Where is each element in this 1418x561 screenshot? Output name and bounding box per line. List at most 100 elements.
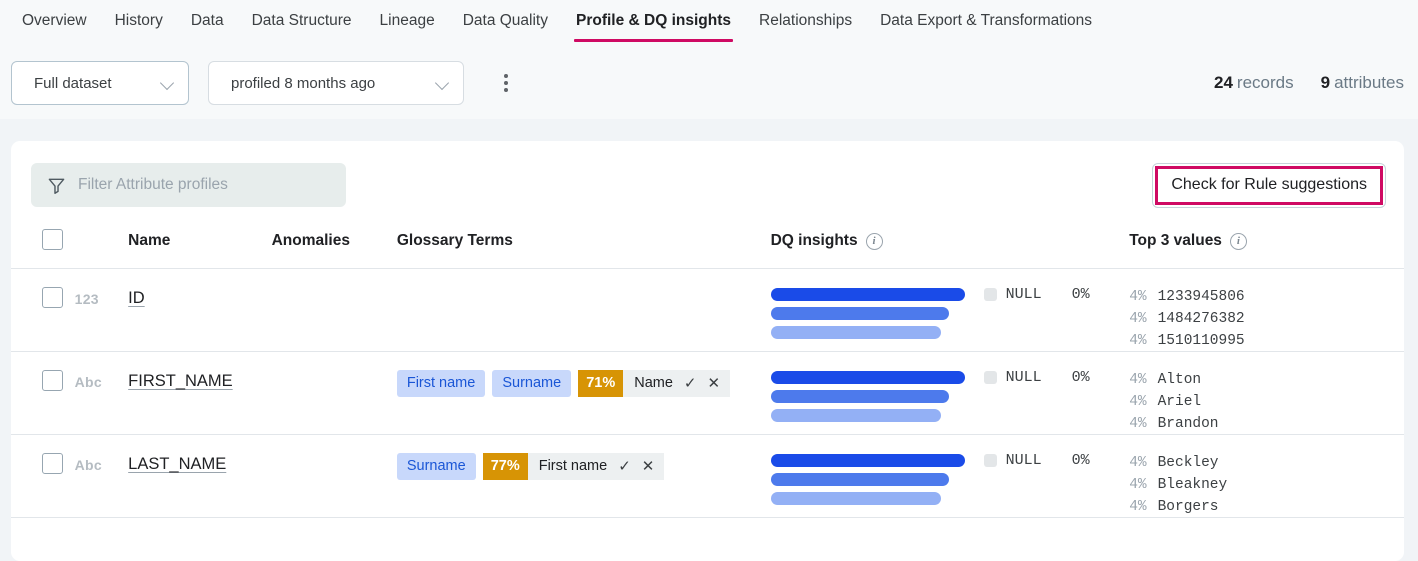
- null-label: NULL: [1005, 286, 1042, 303]
- dq-bar: [770, 371, 965, 384]
- glossary-chip-list: Surname 77% First name ✓ ✕: [396, 453, 771, 480]
- suggestion-body: First name ✓ ✕: [527, 453, 665, 480]
- glossary-terms-cell: [397, 269, 771, 352]
- attribute-name-link[interactable]: ID: [128, 289, 145, 307]
- top-value-percentage: 4%: [1129, 455, 1147, 471]
- top-value-percentage: 4%: [1129, 372, 1147, 388]
- top-value-item: 4% Beckley: [1129, 454, 1404, 473]
- top-values-list: 4% 1233945806 4% 1484276382 4% 1510110995: [1129, 288, 1404, 351]
- top-value-percentage: 4%: [1129, 477, 1147, 493]
- anomalies-header: Anomalies: [271, 232, 350, 249]
- top-value-text: Bleakney: [1157, 477, 1228, 493]
- dq-insights-cell: NULL 0%: [770, 435, 1130, 518]
- more-options-button[interactable]: [491, 68, 521, 98]
- dq-distribution-bars: [770, 288, 965, 339]
- suggestion-body: Name ✓ ✕: [623, 370, 731, 397]
- dq-insights-header: DQ insights i: [771, 229, 1130, 269]
- top-value-text: Brandon: [1157, 416, 1219, 432]
- dq-bar: [770, 473, 950, 486]
- dq-insights-content: NULL 0%: [770, 286, 1130, 339]
- tab-history[interactable]: History: [101, 0, 177, 43]
- chevron-down-icon: [161, 76, 175, 90]
- row-select-checkbox[interactable]: [42, 287, 63, 308]
- suggestion-term-label: First name: [538, 458, 608, 474]
- records-count-label: records: [1236, 73, 1294, 92]
- info-icon[interactable]: i: [1229, 232, 1247, 250]
- table-row[interactable]: Abc LAST_NAME Surname 77% First name ✓ ✕ NULL 0%…: [11, 435, 1404, 518]
- glossary-terms-cell: Surname 77% First name ✓ ✕: [396, 435, 771, 518]
- row-select-checkbox[interactable]: [42, 370, 63, 391]
- check-rule-suggestions-button[interactable]: Check for Rule suggestions: [1155, 165, 1383, 205]
- suggestion-term-label: Name: [634, 375, 673, 391]
- tab-data-export-transformations[interactable]: Data Export & Transformations: [866, 0, 1106, 43]
- glossary-terms-cell: First name Surname 71% Name ✓ ✕: [396, 352, 771, 435]
- glossary-terms-header: Glossary Terms: [396, 232, 513, 249]
- null-percentage: 0%: [1071, 286, 1090, 303]
- attribute-profiles-table: Name Anomalies Glossary Terms DQ insight…: [11, 229, 1404, 518]
- attribute-name-link[interactable]: FIRST_NAME: [128, 372, 233, 390]
- attribute-name-cell: LAST_NAME: [128, 435, 271, 518]
- tab-data[interactable]: Data: [177, 0, 238, 43]
- dataset-scope-label: Full dataset: [34, 74, 112, 92]
- kebab-dot: [504, 81, 508, 85]
- attribute-name-link[interactable]: LAST_NAME: [128, 455, 226, 473]
- attribute-name-cell: ID: [128, 269, 271, 352]
- filter-attribute-profiles-input[interactable]: Filter Attribute profiles: [31, 163, 346, 207]
- glossary-term-chip[interactable]: Surname: [492, 370, 572, 397]
- dq-distribution-bars: [770, 371, 965, 422]
- accept-suggestion-icon[interactable]: ✓: [618, 459, 631, 474]
- dq-bar: [770, 326, 942, 339]
- tab-relationships[interactable]: Relationships: [745, 0, 866, 43]
- top-values-cell: 4% Beckley 4% Bleakney 4% Borgers: [1129, 435, 1404, 518]
- card-toolbar: Filter Attribute profiles Check for Rule…: [11, 141, 1404, 229]
- tab-profile-dq-insights[interactable]: Profile & DQ insights: [562, 0, 745, 43]
- select-all-checkbox[interactable]: [42, 229, 63, 250]
- check-rule-suggestions-wrapper: Check for Rule suggestions: [1152, 162, 1386, 208]
- anomalies-cell: [272, 352, 397, 435]
- records-count: 24 records: [1214, 73, 1294, 93]
- top-value-percentage: 4%: [1129, 289, 1147, 305]
- name-header: Name: [128, 232, 171, 249]
- profile-run-select[interactable]: profiled 8 months ago: [208, 61, 464, 105]
- row-select-checkbox[interactable]: [42, 453, 63, 474]
- reject-suggestion-icon[interactable]: ✕: [707, 376, 720, 391]
- tab-data-quality[interactable]: Data Quality: [449, 0, 562, 43]
- dq-insights-content: NULL 0%: [770, 452, 1130, 505]
- tab-lineage[interactable]: Lineage: [366, 0, 449, 43]
- top-value-item: 4% 1233945806: [1129, 288, 1404, 307]
- accept-suggestion-icon[interactable]: ✓: [684, 376, 697, 391]
- kebab-dot: [504, 74, 508, 78]
- attribute-type-cell: Abc: [75, 352, 129, 435]
- reject-suggestion-icon[interactable]: ✕: [642, 459, 655, 474]
- dq-insights-cell: NULL 0%: [770, 352, 1130, 435]
- dq-bar: [770, 288, 965, 301]
- table-row[interactable]: Abc FIRST_NAME First name Surname 71% Name ✓ ✕ N…: [11, 352, 1404, 435]
- dq-insights-cell: NULL 0%: [770, 269, 1130, 352]
- top-values-header: Top 3 values i: [1129, 229, 1404, 269]
- tab-bar: Overview History Data Data Structure Lineage…: [0, 0, 1418, 47]
- attributes-count-label: attributes: [1334, 73, 1404, 92]
- records-count-value: 24: [1213, 73, 1233, 92]
- filter-icon: [48, 178, 65, 194]
- info-icon[interactable]: i: [865, 232, 883, 250]
- term-suggestion: 71% Name ✓ ✕: [578, 370, 731, 397]
- dq-distribution-bars: [770, 454, 965, 505]
- top-values-header-label: Top 3 values: [1129, 232, 1222, 249]
- tab-overview[interactable]: Overview: [8, 0, 101, 43]
- glossary-term-chip[interactable]: First name: [396, 370, 486, 397]
- row-select-cell: [11, 352, 75, 435]
- tab-data-structure[interactable]: Data Structure: [238, 0, 366, 43]
- table-row[interactable]: 123 ID NULL 0% 4% 1233945806 4% 1484276382 4% 151…: [11, 269, 1404, 352]
- null-swatch-icon: [983, 454, 997, 467]
- dq-bar: [770, 390, 950, 403]
- suggestion-confidence-badge: 71%: [578, 370, 624, 397]
- dq-bar: [770, 409, 942, 422]
- top-value-text: Ariel: [1157, 394, 1202, 410]
- attribute-type-cell: Abc: [75, 435, 129, 518]
- null-percentage: 0%: [1071, 452, 1090, 469]
- glossary-term-chip[interactable]: Surname: [396, 453, 476, 480]
- null-percentage: 0%: [1071, 369, 1090, 386]
- dataset-scope-select[interactable]: Full dataset: [11, 61, 189, 105]
- top-value-item: 4% 1510110995: [1129, 332, 1404, 351]
- text-type-icon: Abc: [74, 374, 102, 390]
